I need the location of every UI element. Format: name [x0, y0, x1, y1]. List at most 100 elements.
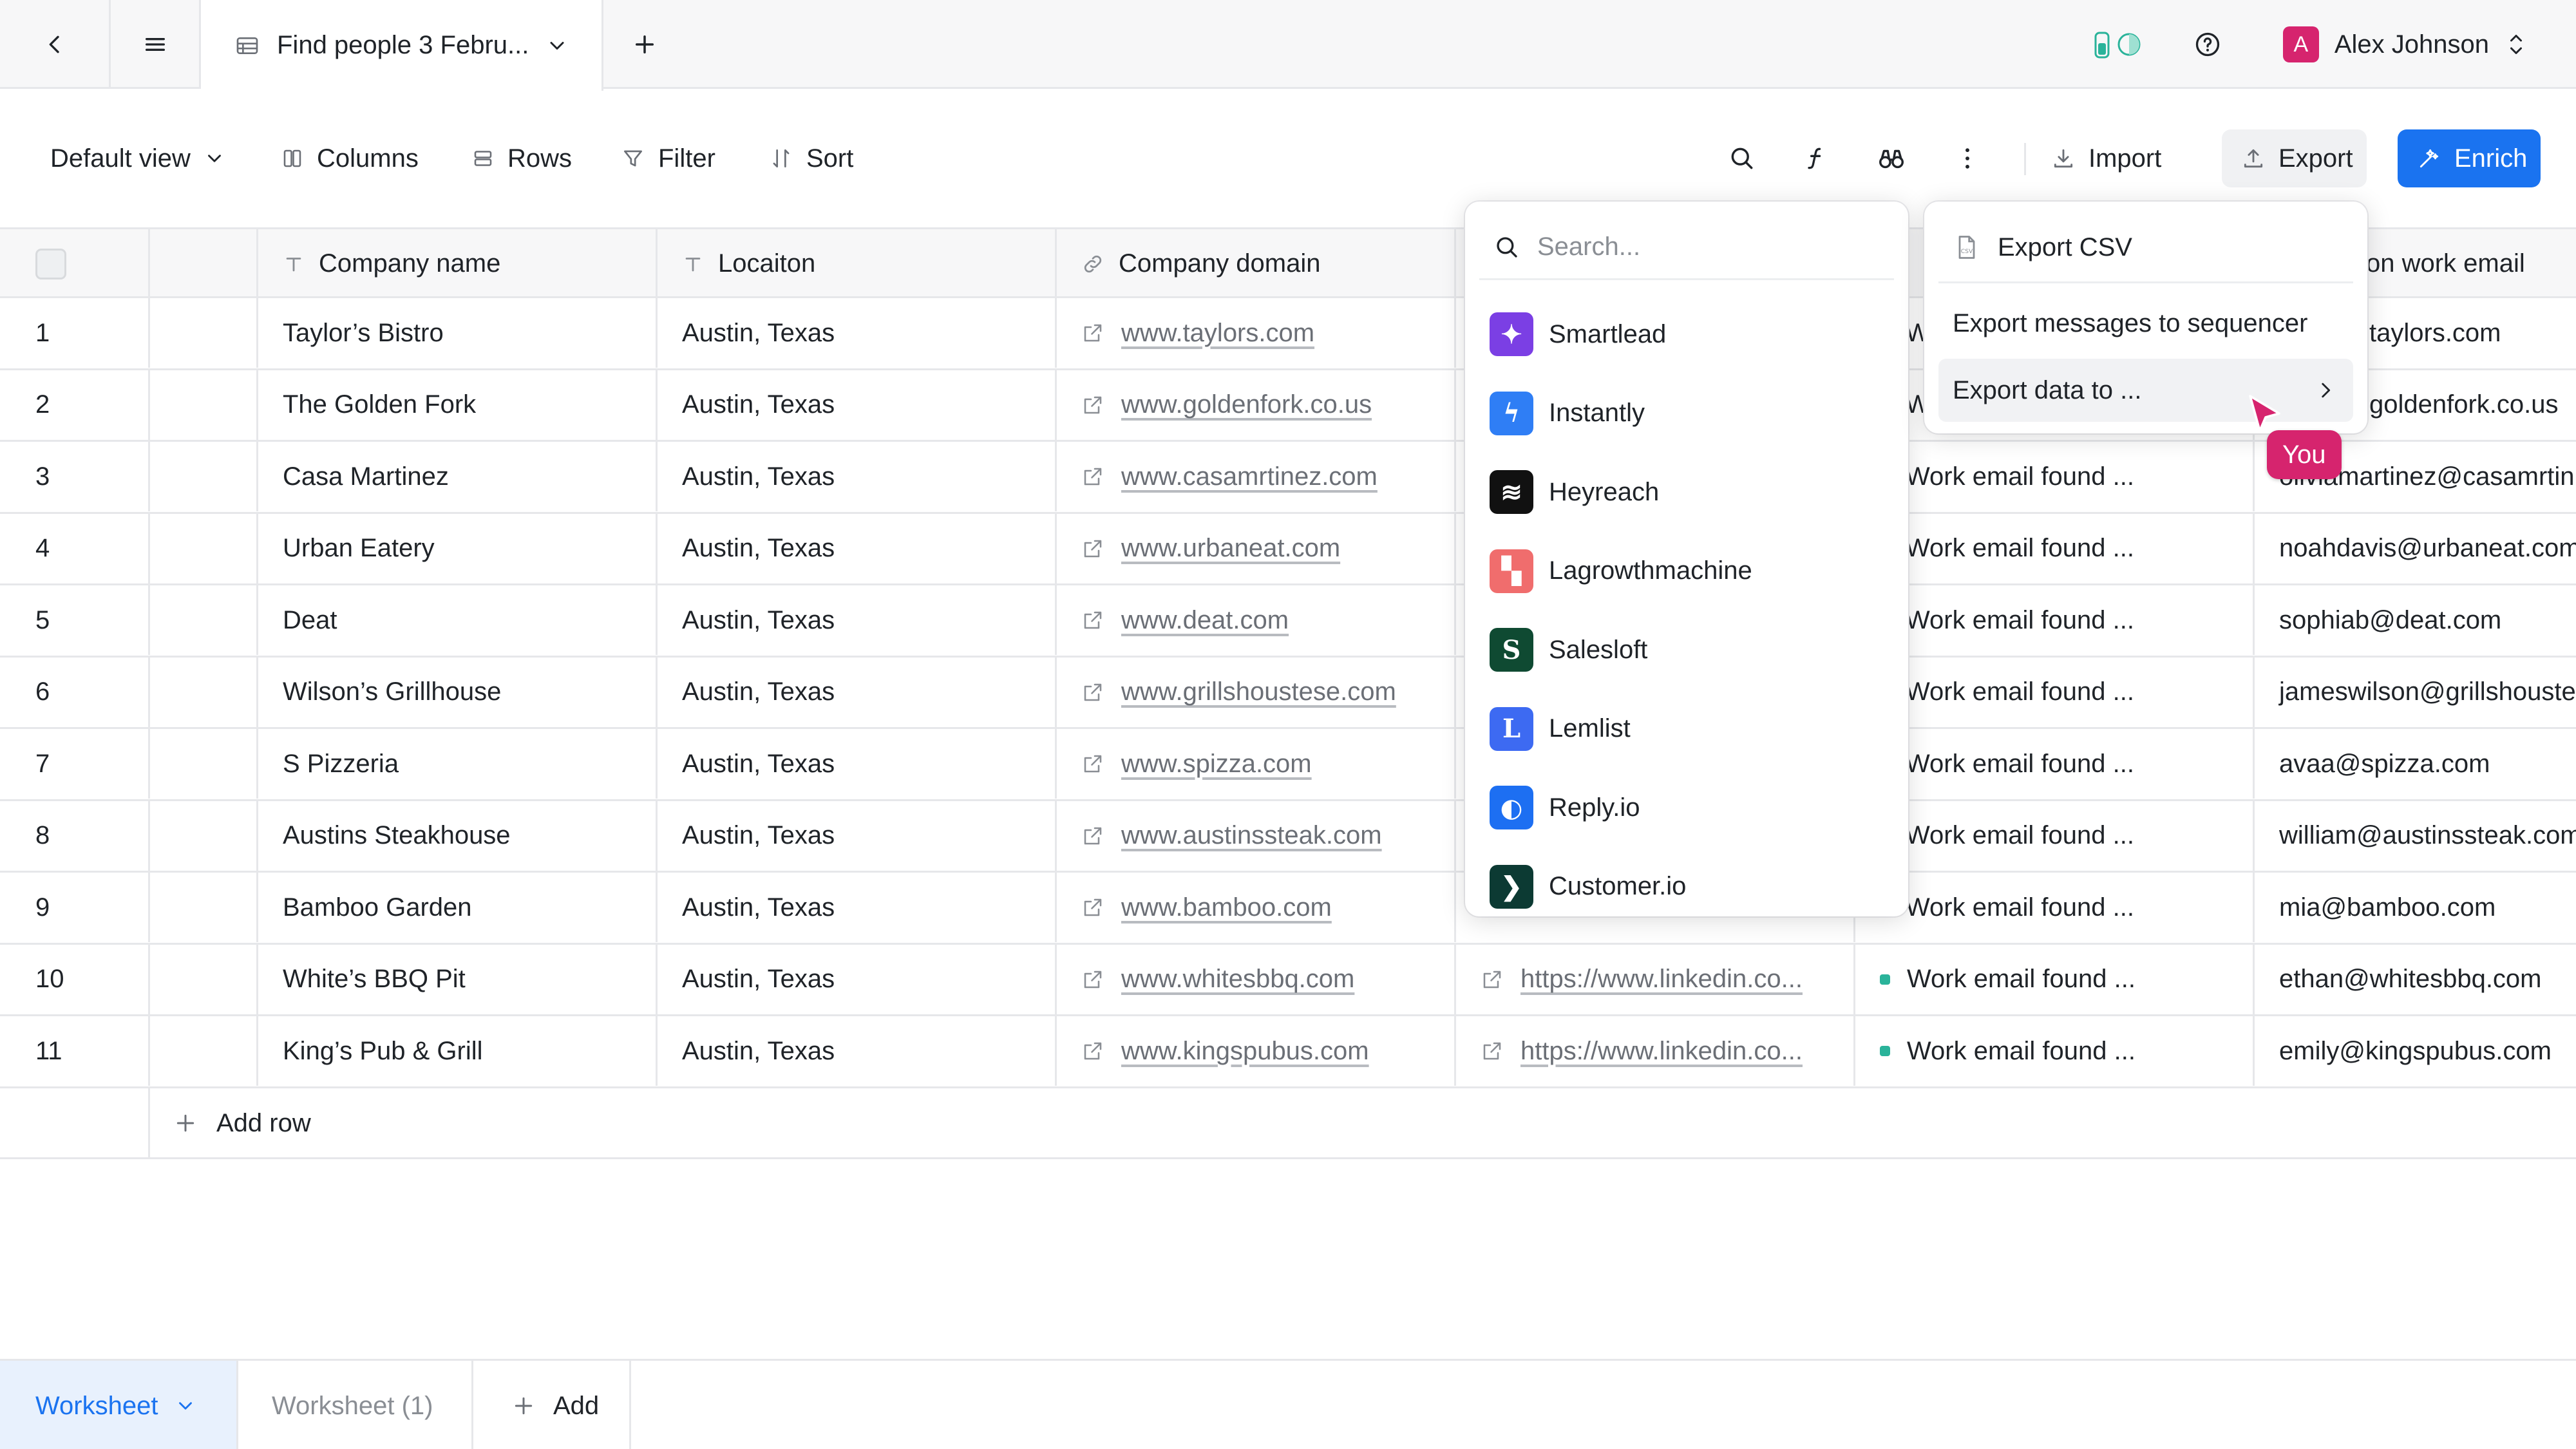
row-spacer-cell[interactable]	[150, 442, 258, 511]
add-row-button[interactable]: Add row	[173, 1087, 311, 1159]
work-email-cell[interactable]: mia@bamboo.com	[2255, 873, 2576, 942]
table-row[interactable]: 4 Urban Eatery Austin, Texas www.urbaneat.c…	[0, 513, 2576, 585]
row-spacer-cell[interactable]	[150, 298, 258, 368]
linkedin-link[interactable]: https://www.linkedin.co...	[1520, 1037, 1803, 1066]
header-company-domain[interactable]: Company domain	[1057, 229, 1456, 298]
linkedin-cell[interactable]: https://www.linkedin.co...	[1456, 1016, 1855, 1086]
company-domain-cell[interactable]: www.goldenfork.co.us	[1057, 370, 1456, 440]
back-button[interactable]	[0, 0, 111, 89]
company-domain-cell[interactable]: www.urbaneat.com	[1057, 513, 1456, 583]
row-spacer-cell[interactable]	[150, 370, 258, 440]
company-domain-cell[interactable]: www.austinssteak.com	[1057, 800, 1456, 871]
domain-link[interactable]: www.austinssteak.com	[1121, 821, 1382, 850]
company-name-cell[interactable]: Bamboo Garden	[258, 873, 658, 942]
company-domain-cell[interactable]: www.bamboo.com	[1057, 873, 1456, 942]
row-spacer-cell[interactable]	[150, 513, 258, 583]
work-email-cell[interactable]: william@austinssteak.com	[2255, 801, 2576, 871]
header-company-name[interactable]: Company name	[258, 229, 658, 298]
company-domain-cell[interactable]: www.spizza.com	[1057, 729, 1456, 799]
row-spacer-cell[interactable]	[150, 944, 258, 1014]
table-row[interactable]: 9 Bamboo Garden Austin, Texas www.bamboo.co…	[0, 873, 2576, 945]
add-sheet-button[interactable]: Add	[473, 1361, 631, 1449]
row-spacer-cell[interactable]	[150, 1016, 258, 1086]
work-email-cell[interactable]: noahdavis@urbaneat.com	[2255, 514, 2576, 583]
company-domain-cell[interactable]: www.kingspubus.com	[1057, 1016, 1456, 1086]
row-number-cell[interactable]: 10	[0, 944, 150, 1014]
integration-smartlead[interactable]: ✦ Smartlead	[1490, 295, 1666, 374]
filter-button[interactable]: Filter	[621, 129, 715, 187]
status-cell[interactable]: Work email found ...	[1855, 873, 2255, 942]
work-email-cell[interactable]: emily@kingspubus.com	[2255, 1016, 2576, 1086]
location-cell[interactable]: Austin, Texas	[658, 729, 1057, 799]
company-name-cell[interactable]: King’s Pub & Grill	[258, 1016, 658, 1086]
row-number-cell[interactable]: 2	[0, 370, 150, 440]
work-email-cell[interactable]: ethan@whitesbbq.com	[2255, 945, 2576, 1014]
location-cell[interactable]: Austin, Texas	[658, 657, 1057, 727]
import-button[interactable]: Import	[2051, 129, 2161, 187]
work-email-cell[interactable]: avaa@spizza.com	[2255, 729, 2576, 799]
table-row[interactable]: 3 Casa Martinez Austin, Texas www.casamrtin…	[0, 442, 2576, 514]
company-name-cell[interactable]: Taylor’s Bistro	[258, 298, 658, 368]
location-cell[interactable]: Austin, Texas	[658, 1016, 1057, 1086]
table-row[interactable]: 5 Deat Austin, Texas www.deat.com Work email…	[0, 585, 2576, 658]
location-cell[interactable]: Austin, Texas	[658, 873, 1057, 942]
status-cell[interactable]: Work email found ...	[1855, 585, 2255, 655]
company-name-cell[interactable]: Wilson’s Grillhouse	[258, 657, 658, 727]
status-cell[interactable]: Work email found ...	[1855, 729, 2255, 799]
row-spacer-cell[interactable]	[150, 657, 258, 727]
more-button[interactable]	[1938, 129, 1996, 187]
location-cell[interactable]: Austin, Texas	[658, 800, 1057, 871]
status-cell[interactable]: Work email found ...	[1855, 800, 2255, 871]
header-location[interactable]: Locaiton	[658, 229, 1057, 298]
location-cell[interactable]: Austin, Texas	[658, 944, 1057, 1014]
row-spacer-cell[interactable]	[150, 873, 258, 942]
row-number-cell[interactable]: 8	[0, 800, 150, 871]
status-cell[interactable]: Work email found ...	[1855, 657, 2255, 727]
table-row[interactable]: 6 Wilson’s Grillhouse Austin, Texas www.gri…	[0, 657, 2576, 729]
company-name-cell[interactable]: The Golden Fork	[258, 370, 658, 440]
export-data-to-item[interactable]: Export data to ...	[1938, 359, 2353, 422]
domain-link[interactable]: www.kingspubus.com	[1121, 1037, 1369, 1066]
integration-lemlist[interactable]: L Lemlist	[1490, 690, 1631, 768]
integration-salesloft[interactable]: S Salesloft	[1490, 611, 1647, 689]
domain-link[interactable]: www.whitesbbq.com	[1121, 965, 1354, 994]
row-number-cell[interactable]: 11	[0, 1016, 150, 1086]
company-domain-cell[interactable]: www.grillshoustese.com	[1057, 657, 1456, 727]
row-number-cell[interactable]: 4	[0, 513, 150, 583]
company-name-cell[interactable]: S Pizzeria	[258, 729, 658, 799]
row-spacer-cell[interactable]	[150, 800, 258, 871]
work-email-cell[interactable]: sophiab@deat.com	[2255, 585, 2576, 655]
row-spacer-cell[interactable]	[150, 585, 258, 655]
row-number-cell[interactable]: 3	[0, 442, 150, 511]
linkedin-link[interactable]: https://www.linkedin.co...	[1520, 965, 1803, 994]
integration-reply-io[interactable]: ◐ Reply.io	[1490, 768, 1640, 847]
new-tab-button[interactable]	[603, 0, 686, 89]
company-name-cell[interactable]: Casa Martinez	[258, 442, 658, 511]
company-domain-cell[interactable]: www.deat.com	[1057, 585, 1456, 655]
company-name-cell[interactable]: Urban Eatery	[258, 513, 658, 583]
status-cell[interactable]: Work email found ...	[1855, 944, 2255, 1014]
formula-button[interactable]	[1787, 129, 1845, 187]
enrich-button[interactable]: Enrich	[2398, 129, 2541, 187]
domain-link[interactable]: www.urbaneat.com	[1121, 534, 1340, 563]
integration-customer-io[interactable]: ❯ Customer.io	[1490, 848, 1686, 917]
columns-button[interactable]: Columns	[281, 129, 419, 187]
domain-link[interactable]: www.spizza.com	[1121, 750, 1312, 779]
row-number-cell[interactable]: 6	[0, 657, 150, 727]
rows-button[interactable]: Rows	[471, 129, 572, 187]
status-cell[interactable]: Work email found ...	[1855, 442, 2255, 511]
domain-link[interactable]: www.grillshoustese.com	[1121, 677, 1396, 706]
select-all-checkbox[interactable]	[35, 248, 66, 279]
integration-lagrowthmachine[interactable]: ▚ Lagrowthmachine	[1490, 532, 1752, 611]
location-cell[interactable]: Austin, Texas	[658, 298, 1057, 368]
domain-link[interactable]: www.casamrtinez.com	[1121, 462, 1378, 491]
row-spacer-cell[interactable]	[150, 729, 258, 799]
location-cell[interactable]: Austin, Texas	[658, 370, 1057, 440]
status-cell[interactable]: Work email found ...	[1855, 1016, 2255, 1086]
work-email-cell[interactable]: jameswilson@grillshouste	[2255, 658, 2576, 727]
domain-link[interactable]: www.deat.com	[1121, 606, 1289, 635]
sheet-tab-active[interactable]: Worksheet	[0, 1361, 238, 1449]
company-domain-cell[interactable]: www.casamrtinez.com	[1057, 442, 1456, 511]
export-csv-item[interactable]: CSV Export CSV	[1938, 216, 2353, 279]
view-selector[interactable]: Default view	[50, 129, 225, 187]
